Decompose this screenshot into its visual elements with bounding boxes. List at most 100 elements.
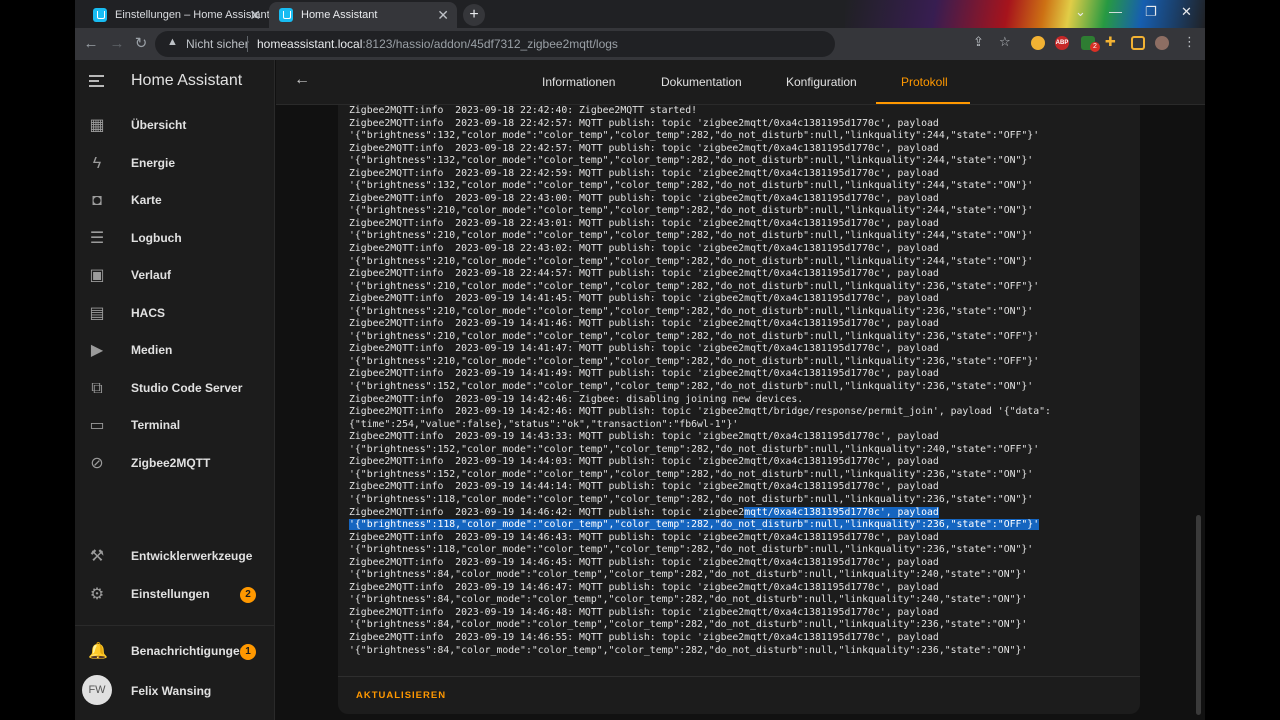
browser-window: Einstellungen – Home Assistant ✕ Home As…: [75, 0, 1205, 720]
log-line: Zigbee2MQTT:info 2023-09-19 14:43:33: MQ…: [349, 431, 939, 443]
url-text[interactable]: homeassistant.local:8123/hassio/addon/45…: [257, 37, 618, 51]
log-line: '{"brightness":132,"color_mode":"color_t…: [349, 130, 1040, 142]
extensions-puzzle-icon[interactable]: ✚: [1105, 34, 1116, 50]
log-line: Zigbee2MQTT:info 2023-09-18 22:42:59: MQ…: [349, 167, 939, 179]
browser-menu-icon[interactable]: ⋮: [1183, 34, 1196, 50]
reload-icon[interactable]: ↻: [131, 34, 151, 54]
security-status[interactable]: Nicht sicher: [186, 37, 249, 51]
log-line: Zigbee2MQTT:info 2023-09-19 14:41:49: MQ…: [349, 368, 939, 380]
log-line: Zigbee2MQTT:info 2023-09-19 14:46:47: MQ…: [349, 581, 939, 593]
log-line: '{"brightness":152,"color_mode":"color_t…: [349, 468, 1034, 480]
active-tab-indicator: [876, 102, 970, 104]
map-icon: ◘: [92, 192, 102, 209]
sidebar-item-user[interactable]: FW Felix Wansing: [75, 666, 275, 714]
lightning-icon: ϟ: [92, 155, 102, 172]
gear-icon: ⚙: [89, 586, 105, 603]
sidebar-item-logbuch[interactable]: ☰ Logbuch: [75, 220, 275, 258]
tab-konfiguration[interactable]: Konfiguration: [786, 75, 857, 89]
log-line: Zigbee2MQTT:info 2023-09-18 22:42:40: Zi…: [349, 105, 697, 116]
log-line: '{"brightness":132,"color_mode":"color_t…: [349, 180, 1034, 192]
back-icon[interactable]: ←: [81, 34, 101, 54]
log-line: Zigbee2MQTT:info 2023-09-19 14:42:46: MQ…: [349, 406, 1051, 418]
sidebar-item-label: Logbuch: [131, 231, 182, 245]
close-tab-icon[interactable]: ✕: [437, 2, 449, 28]
notifications-badge: 1: [240, 644, 256, 660]
sidebar-item-label: Übersicht: [131, 118, 187, 132]
log-line: Zigbee2MQTT:info 2023-09-18 22:44:57: MQ…: [349, 268, 939, 280]
log-line: Zigbee2MQTT:info 2023-09-19 14:46:43: MQ…: [349, 531, 939, 543]
forward-icon[interactable]: →: [107, 34, 127, 54]
share-icon[interactable]: ⇪: [973, 34, 984, 50]
sidebar-item-energie[interactable]: ϟ Energie: [75, 145, 275, 183]
log-output[interactable]: Zigbee2MQTT:info 2023-09-18 22:42:40: Zi…: [349, 105, 1129, 665]
scrollbar-thumb[interactable]: [1196, 515, 1201, 715]
home-assistant-favicon-icon: [279, 8, 293, 22]
address-bar[interactable]: ▲ Nicht sicher homeassistant.local:8123/…: [155, 31, 835, 57]
sidebar-item-verlauf[interactable]: ▣ Verlauf: [75, 257, 275, 295]
log-line: '{"brightness":84,"color_mode":"color_te…: [349, 619, 1028, 631]
browser-tab-home-assistant[interactable]: Home Assistant ✕: [269, 2, 457, 28]
minimize-button[interactable]: —: [1109, 4, 1122, 19]
sidebar-item-label: Medien: [131, 343, 173, 357]
avatar: FW: [82, 675, 112, 705]
tab-search-chevron-icon[interactable]: ⌄: [1075, 4, 1086, 20]
sidebar-item-medien[interactable]: ▶ Medien: [75, 332, 275, 370]
log-line: '{"brightness":210,"color_mode":"color_t…: [349, 255, 1034, 267]
sidebar-item-label: Einstellungen: [131, 587, 210, 601]
sidebar-title: Home Assistant: [131, 72, 243, 89]
tab-informationen[interactable]: Informationen: [542, 75, 615, 89]
side-panel-icon[interactable]: [1131, 36, 1145, 50]
bookmark-star-icon[interactable]: ☆: [999, 34, 1011, 50]
log-line: Zigbee2MQTT:info 2023-09-19 14:46:45: MQ…: [349, 556, 939, 568]
log-line: '{"brightness":152,"color_mode":"color_t…: [349, 443, 1040, 455]
warning-triangle-icon[interactable]: ▲: [167, 36, 178, 48]
sidebar-item-label: Energie: [131, 156, 176, 170]
browser-tab-title: Einstellungen – Home Assistant: [115, 9, 270, 21]
sidebar-item-terminal[interactable]: ▭ Terminal: [75, 407, 275, 445]
profile-avatar-icon[interactable]: [1155, 36, 1169, 50]
log-line: '{"brightness":152,"color_mode":"color_t…: [349, 381, 1034, 393]
hacs-icon: ▤: [89, 305, 105, 322]
back-arrow-icon[interactable]: ←: [294, 71, 310, 89]
close-tab-icon[interactable]: ✕: [249, 2, 261, 28]
chart-icon: ▣: [89, 267, 105, 284]
restore-button[interactable]: ❐: [1145, 4, 1157, 20]
log-line: '{"brightness":210,"color_mode":"color_t…: [349, 355, 1040, 367]
sidebar-item-einstellungen[interactable]: ⚙ Einstellungen 2: [75, 576, 275, 614]
extension-badge: 2: [1090, 42, 1100, 52]
sidebar-item-entwicklerwerkzeuge[interactable]: ⚒ Entwicklerwerkzeuge: [75, 538, 275, 576]
adblock-plus-extension-icon[interactable]: ABP: [1055, 36, 1069, 50]
tab-dokumentation[interactable]: Dokumentation: [661, 75, 742, 89]
bell-icon: 🔔: [88, 643, 108, 660]
close-window-button[interactable]: ✕: [1181, 4, 1192, 20]
card-divider: [338, 676, 1140, 677]
log-line: Zigbee2MQTT:info 2023-09-19 14:42:46: Zi…: [349, 393, 804, 405]
log-line: '{"brightness":132,"color_mode":"color_t…: [349, 155, 1034, 167]
log-line: Zigbee2MQTT:info 2023-09-18 22:42:57: MQ…: [349, 142, 939, 154]
sidebar-item-karte[interactable]: ◘ Karte: [75, 182, 275, 220]
url-host: homeassistant.local: [257, 37, 363, 51]
log-line: '{"brightness":84,"color_mode":"color_te…: [349, 569, 1028, 581]
log-line: {"time":254,"value":false},"status":"ok"…: [349, 418, 739, 430]
refresh-button[interactable]: AKTUALISIEREN: [356, 690, 446, 701]
new-tab-button[interactable]: +: [463, 4, 485, 26]
log-line: Zigbee2MQTT:info 2023-09-19 14:46:48: MQ…: [349, 606, 939, 618]
log-line: '{"brightness":210,"color_mode":"color_t…: [349, 305, 1034, 317]
sidebar-item-studio-code-server[interactable]: ⧉ Studio Code Server: [75, 370, 275, 408]
log-line: '{"brightness":210,"color_mode":"color_t…: [349, 205, 1034, 217]
tab-protokoll[interactable]: Protokoll: [901, 75, 948, 89]
cookie-extension-icon[interactable]: [1031, 36, 1045, 50]
log-line: Zigbee2MQTT:info 2023-09-19 14:41:45: MQ…: [349, 293, 939, 305]
menu-collapse-icon[interactable]: [89, 75, 104, 87]
sidebar-item-hacs[interactable]: ▤ HACS: [75, 295, 275, 333]
sidebar-item-zigbee2mqtt[interactable]: ⊘ Zigbee2MQTT: [75, 445, 275, 483]
browser-tab-settings[interactable]: Einstellungen – Home Assistant ✕: [83, 2, 270, 28]
log-line: '{"brightness":210,"color_mode":"color_t…: [349, 230, 1034, 242]
home-assistant-favicon-icon: [93, 8, 107, 22]
sidebar-item-uebersicht[interactable]: ▦ Übersicht: [75, 107, 275, 145]
log-line: Zigbee2MQTT:info 2023-09-19 14:44:14: MQ…: [349, 481, 939, 493]
sidebar-item-label: Studio Code Server: [131, 381, 243, 395]
log-line: Zigbee2MQTT:info 2023-09-19 14:46:42: MQ…: [349, 506, 939, 518]
log-line: Zigbee2MQTT:info 2023-09-18 22:43:01: MQ…: [349, 217, 939, 229]
log-line: Zigbee2MQTT:info 2023-09-18 22:43:00: MQ…: [349, 192, 939, 204]
